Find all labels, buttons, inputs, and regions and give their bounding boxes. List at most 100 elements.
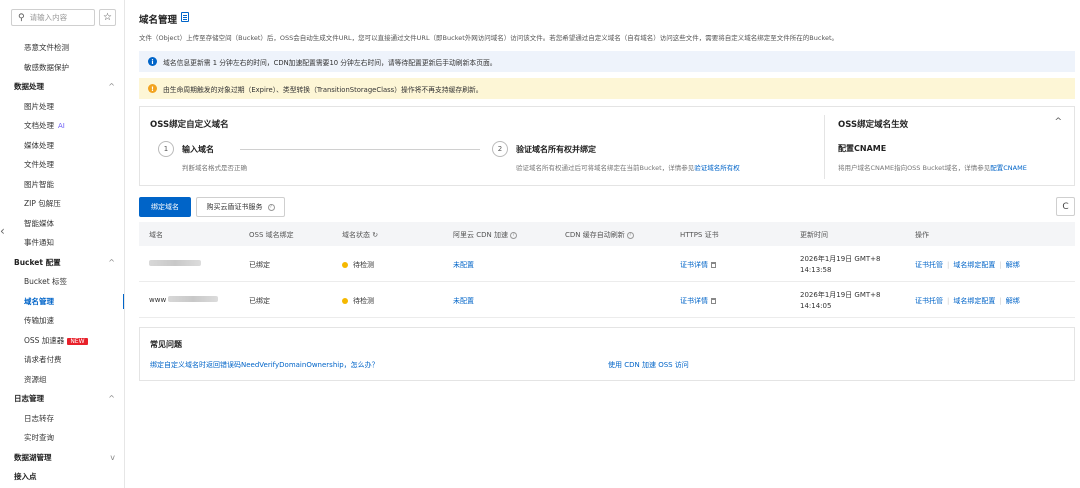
sidebar-item-oss-accelerator[interactable]: OSS 加速器 NEW [0,331,124,351]
action-separator: | [947,297,950,305]
sidebar-group-bucket-config[interactable]: Bucket 配置 ^ [0,253,124,273]
redacted-domain [168,296,219,302]
chevron-up-icon[interactable]: ^ [1054,117,1062,127]
table-row: 已绑定 待检测 未配置 证书详情 2026年1月19日 GMT+8 14:13:… [139,246,1075,282]
favorite-star-button[interactable]: ☆ [99,9,116,26]
cdn-config-link[interactable]: 未配置 [453,296,474,306]
sidebar-item-image-processing[interactable]: 图片处理 [0,97,124,117]
warning-alert-text: 由生命周期触发的对象过期（Expire）、类型转换（TransitionStor… [163,85,483,94]
sidebar-group-access-points[interactable]: 接入点 [0,467,124,487]
sidebar-item-bucket-tags[interactable]: Bucket 标签 [0,272,124,292]
sidebar-item-label: 请求者付费 [24,355,62,364]
update-time-clock: 14:13:58 [800,266,832,274]
sidebar-item-realtime-query[interactable]: 实时查询 [0,428,124,448]
sidebar-group-data-processing[interactable]: 数据处理 ^ [0,77,124,97]
sidebar-item-event-notification[interactable]: 事件通知 [0,233,124,253]
sidebar-item-label: 实时查询 [24,433,54,442]
binding-effective-title: OSS绑定域名生效 [838,120,909,130]
unbind-link[interactable]: 解绑 [1006,261,1020,269]
sidebar-search-input[interactable]: ⚲ 请输入内容 [11,9,95,26]
column-header-oss-binding: OSS 域名绑定 [249,231,294,239]
sidebar-item-image-intelligence[interactable]: 图片智能 [0,175,124,195]
sidebar-group-data-lake[interactable]: 数据湖管理 v [0,448,124,468]
page-title: 域名管理 [139,15,178,26]
app-root: ⚲ 请输入内容 ☆ 恶意文件检测 敏感数据保护 数据处理 ^ 图片处理 文档处理 A… [0,0,1080,488]
trash-icon[interactable] [711,262,716,268]
cname-desc: 将用户域名CNAME指向OSS Bucket域名，详情参见 [838,164,991,172]
bind-domain-button[interactable]: 绑定域名 [139,197,191,217]
table-row: www 已绑定 待检测 未配置 证书详情 2026年1月19日 GMT+8 14… [139,282,1075,318]
sidebar-item-label: ZIP 包解压 [24,199,61,208]
cdn-config-link[interactable]: 未配置 [453,260,474,270]
action-separator: | [947,261,950,269]
sidebar-item-label: 图片处理 [24,101,54,111]
cert-hosting-link[interactable]: 证书托管 [915,261,943,269]
column-header-actions: 操作 [915,231,929,239]
new-badge: NEW [67,337,88,345]
faq-card: 常见问题 绑定自定义域名时返回错误码NeedVerifyDomainOwners… [139,327,1075,381]
info-alert-text: 域名信息更新需 1 分钟左右的时间，CDN加速配置需要10 分钟左右时间，请等待… [163,58,497,67]
status-dot-icon [342,262,348,268]
sidebar-item-label: 敏感数据保护 [24,62,69,72]
sidebar-item-media-processing[interactable]: 媒体处理 [0,136,124,156]
step-1-name: 输入域名 [182,145,214,154]
refresh-button[interactable]: C [1056,197,1075,216]
sidebar-item-smart-media[interactable]: 智能媒体 [0,214,124,234]
cert-details-link[interactable]: 证书详情 [680,297,708,305]
sidebar-item-transfer-acceleration[interactable]: 传输加速 [0,311,124,331]
sidebar-item-log-dump[interactable]: 日志转存 [0,409,124,429]
sidebar-group-label: Bucket 配置 [14,257,61,267]
status-cell: 待检测 [342,260,374,270]
sidebar-item-resource-group[interactable]: 资源组 [0,370,124,390]
faq-link-cdn-acceleration[interactable]: 使用 CDN 加速 OSS 访问 [608,360,689,370]
sidebar-search-row: ⚲ 请输入内容 ☆ [11,9,116,26]
chevron-up-icon: ^ [108,394,115,403]
configure-cname-link[interactable]: 配置CNAME [990,164,1027,172]
search-icon: ⚲ [18,12,25,23]
sidebar-item-file-processing[interactable]: 文件处理 [0,155,124,175]
faq-link-verify-ownership[interactable]: 绑定自定义域名时返回错误码NeedVerifyDomainOwnership，怎… [150,360,379,370]
page-description: 文件（Object）上传至存储空间（Bucket）后，OSS会自动生成文件URL… [139,34,839,42]
sidebar-item-domain-management[interactable]: 域名管理 [0,292,124,312]
sidebar-item-label: 日志转存 [24,413,54,423]
sidebar-item-malicious-file-detection[interactable]: 恶意文件检测 [0,38,124,58]
cname-desc-wrap: 将用户域名CNAME指向OSS Bucket域名，详情参见配置CNAME [838,162,1027,172]
sidebar-item-label: 恶意文件检测 [24,43,69,52]
status-text: 待检测 [353,261,374,269]
cert-details-link[interactable]: 证书详情 [680,261,708,269]
step-1-desc: 判断域名格式是否正确 [182,164,247,172]
refresh-icon: C [1062,201,1069,212]
step-2-name: 验证域名所有权并绑定 [516,145,596,154]
update-time-date: 2026年1月19日 GMT+8 [800,291,881,299]
faq-title: 常见问题 [150,340,182,349]
action-separator: | [999,297,1002,305]
info-alert: i 域名信息更新需 1 分钟左右的时间，CDN加速配置需要10 分钟左右时间，请… [139,51,1075,72]
redacted-domain [149,260,201,266]
update-time-clock: 14:14:05 [800,302,832,310]
sidebar-group-log-management[interactable]: 日志管理 ^ [0,389,124,409]
refresh-icon[interactable]: ↻ [372,231,378,239]
domain-binding-config-link[interactable]: 域名绑定配置 [953,297,995,305]
binding-cell: 已绑定 [249,261,270,269]
cert-hosting-link[interactable]: 证书托管 [915,297,943,305]
trash-icon[interactable] [711,298,716,304]
status-cell: 待检测 [342,296,374,306]
step-connector-line [240,149,480,150]
sidebar-item-label: 资源组 [24,374,47,384]
sidebar-item-sensitive-data[interactable]: 敏感数据保护 [0,58,124,78]
help-icon: ? [267,203,275,211]
sidebar-item-doc-processing[interactable]: 文档处理 AI [0,116,124,136]
buy-cert-button[interactable]: 购买云盾证书服务 ? [196,197,285,217]
document-icon[interactable] [181,12,189,22]
domain-binding-config-link[interactable]: 域名绑定配置 [953,261,995,269]
steps-card: OSS绑定自定义域名 1 输入域名 判断域名格式是否正确 2 验证域名所有权并绑… [139,106,1075,186]
sidebar-item-requester-pays[interactable]: 请求者付费 [0,350,124,370]
sidebar-group-label: 数据湖管理 [14,452,52,462]
verify-ownership-link[interactable]: 验证域名所有权 [694,164,740,172]
domain-table: 域名 OSS 域名绑定 域名状态 ↻ 阿里云 CDN 加速? CDN 缓存自动刷… [139,222,1075,318]
sidebar-collapse-icon[interactable]: ‹ [0,224,8,238]
column-header-status: 域名状态 [342,231,370,239]
sidebar-item-zip-unpack[interactable]: ZIP 包解压 [0,194,124,214]
unbind-link[interactable]: 解绑 [1006,297,1020,305]
column-header-status-wrap: 域名状态 ↻ [342,230,378,240]
